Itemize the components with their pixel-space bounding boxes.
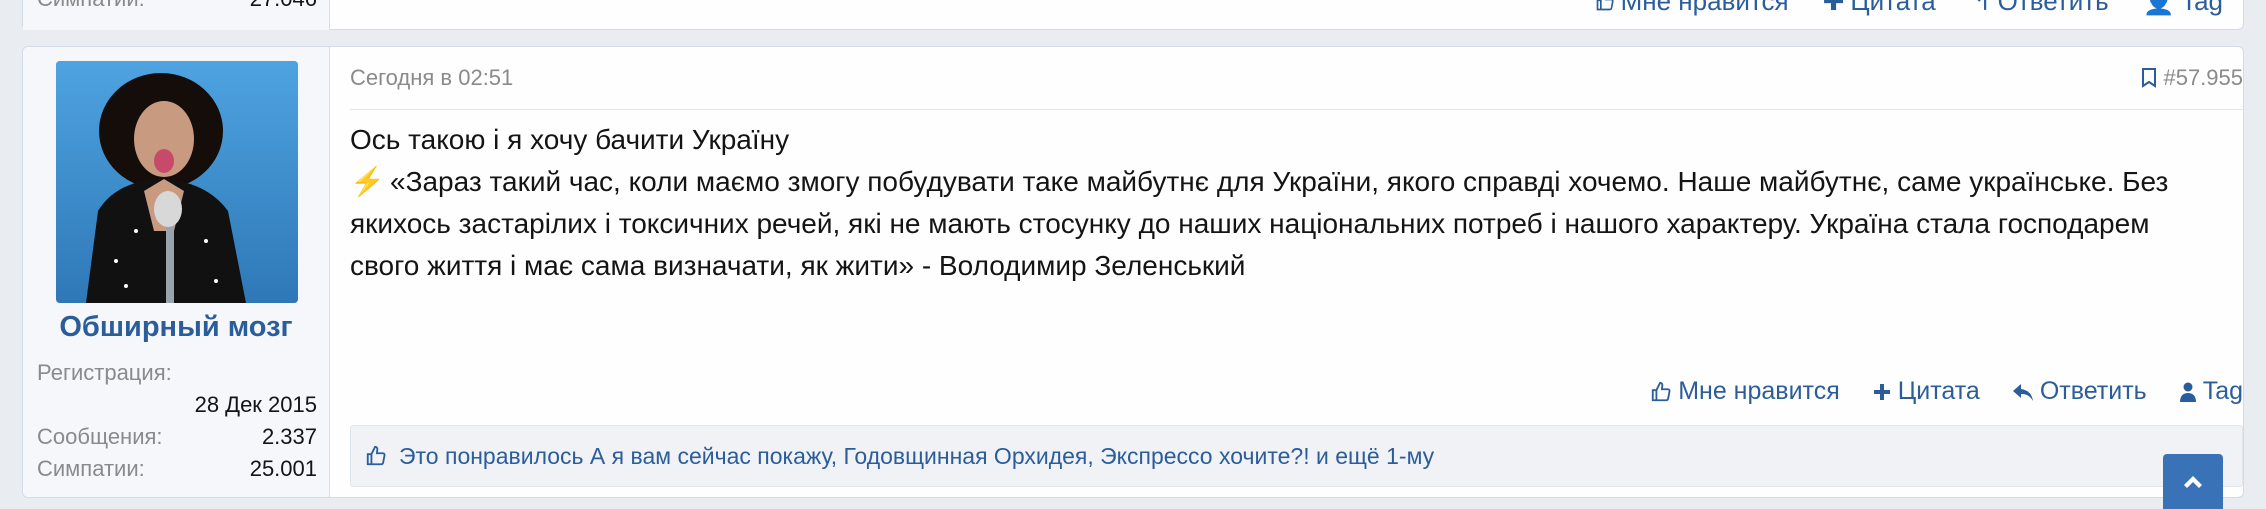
thumbs-up-icon bbox=[1652, 381, 1671, 401]
forum-post: Обширный мозг Регистрация: 28 Дек 2015 С… bbox=[22, 46, 2244, 498]
post-number: #57.955 bbox=[2163, 65, 2243, 90]
scroll-to-top-button[interactable] bbox=[2163, 454, 2223, 509]
arrow-up-icon bbox=[2184, 476, 2202, 488]
reply-icon: ↰ bbox=[1969, 0, 1992, 16]
like-label: Мне нравится bbox=[1678, 377, 1840, 405]
plus-icon: ✚ bbox=[1822, 0, 1845, 16]
previous-post-likes-stat: Симпатии: 27.046 bbox=[37, 0, 317, 12]
message-quote: «Зараз такий час, коли маємо змогу побуд… bbox=[350, 166, 2169, 281]
lightning-icon: ⚡️ bbox=[350, 166, 385, 197]
messages-stat: Сообщения: 2.337 bbox=[37, 421, 317, 453]
likes-summary: Это понравилось А я вам сейчас покажу, Г… bbox=[350, 425, 2243, 487]
post-date[interactable]: Сегодня в 02:51 bbox=[350, 65, 513, 91]
thumbs-up-icon bbox=[366, 445, 386, 466]
thumbs-up-icon bbox=[1596, 0, 1614, 10]
user-icon: 👤 bbox=[2142, 0, 2176, 16]
previous-like-button[interactable]: Мне нравится bbox=[1595, 0, 1789, 17]
user-stats: Регистрация: 28 Дек 2015 Сообщения: 2.33… bbox=[37, 357, 317, 485]
previous-reply-button[interactable]: ↰ Ответить bbox=[1970, 0, 2109, 17]
post-permalink[interactable]: #57.955 bbox=[2141, 65, 2243, 91]
previous-tag-button[interactable]: 👤 Tag bbox=[2143, 0, 2223, 17]
likes-stat: Симпатии: 25.001 bbox=[37, 453, 317, 485]
previous-post-likes-value: 27.046 bbox=[250, 0, 317, 12]
post-message: Ось такою і я хочу бачити Україну ⚡️ «Зар… bbox=[350, 119, 2203, 287]
tag-label: Tag bbox=[2202, 377, 2243, 405]
likes-summary-text[interactable]: Это понравилось А я вам сейчас покажу, Г… bbox=[399, 443, 1434, 470]
post-actions: Мне нравится Цитата Ответить Tag bbox=[1650, 377, 2243, 406]
messages-value[interactable]: 2.337 bbox=[262, 421, 317, 453]
avatar-image bbox=[56, 61, 298, 303]
likes-label: Симпатии: bbox=[37, 456, 145, 481]
message-quote-paragraph: ⚡️ «Зараз такий час, коли маємо змогу поб… bbox=[350, 161, 2203, 287]
registration-label: Регистрация: bbox=[37, 360, 172, 385]
reply-label: Ответить bbox=[2039, 377, 2147, 405]
previous-tag-label: Tag bbox=[2181, 0, 2223, 16]
quote-label: Цитата bbox=[1897, 377, 1980, 405]
bookmark-icon bbox=[2142, 68, 2157, 88]
avatar[interactable] bbox=[56, 61, 298, 303]
previous-post-user-cell: Симпатии: 27.046 bbox=[23, 0, 330, 30]
username-link[interactable]: Обширный мозг bbox=[23, 311, 329, 344]
previous-quote-button[interactable]: ✚ Цитата bbox=[1823, 0, 1936, 17]
previous-like-label: Мне нравится bbox=[1620, 0, 1789, 16]
quote-button[interactable]: Цитата bbox=[1872, 377, 1980, 406]
tag-button[interactable]: Tag bbox=[2179, 377, 2243, 406]
previous-post-likes-label: Симпатии: bbox=[37, 0, 145, 11]
registration-value: 28 Дек 2015 bbox=[194, 392, 317, 417]
plus-icon bbox=[1873, 383, 1890, 400]
messages-label: Сообщения: bbox=[37, 424, 163, 449]
reply-icon bbox=[2012, 383, 2033, 401]
message-line: Ось такою і я хочу бачити Україну bbox=[350, 124, 790, 155]
previous-post: Симпатии: 27.046 Мне нравится ✚ Цитата ↰… bbox=[22, 0, 2244, 30]
previous-reply-label: Ответить bbox=[1997, 0, 2109, 16]
likes-value: 25.001 bbox=[249, 456, 317, 481]
post-content: Сегодня в 02:51 #57.955 Ось такою і я хо… bbox=[330, 47, 2243, 497]
like-button[interactable]: Мне нравится bbox=[1650, 377, 1840, 406]
post-user-info: Обширный мозг Регистрация: 28 Дек 2015 С… bbox=[23, 47, 330, 497]
user-icon bbox=[2179, 382, 2196, 402]
previous-quote-label: Цитата bbox=[1850, 0, 1936, 16]
header-divider bbox=[350, 109, 2243, 110]
previous-post-actions: Мне нравится ✚ Цитата ↰ Ответить 👤 Tag bbox=[1595, 0, 2223, 17]
reply-button[interactable]: Ответить bbox=[2012, 377, 2147, 406]
